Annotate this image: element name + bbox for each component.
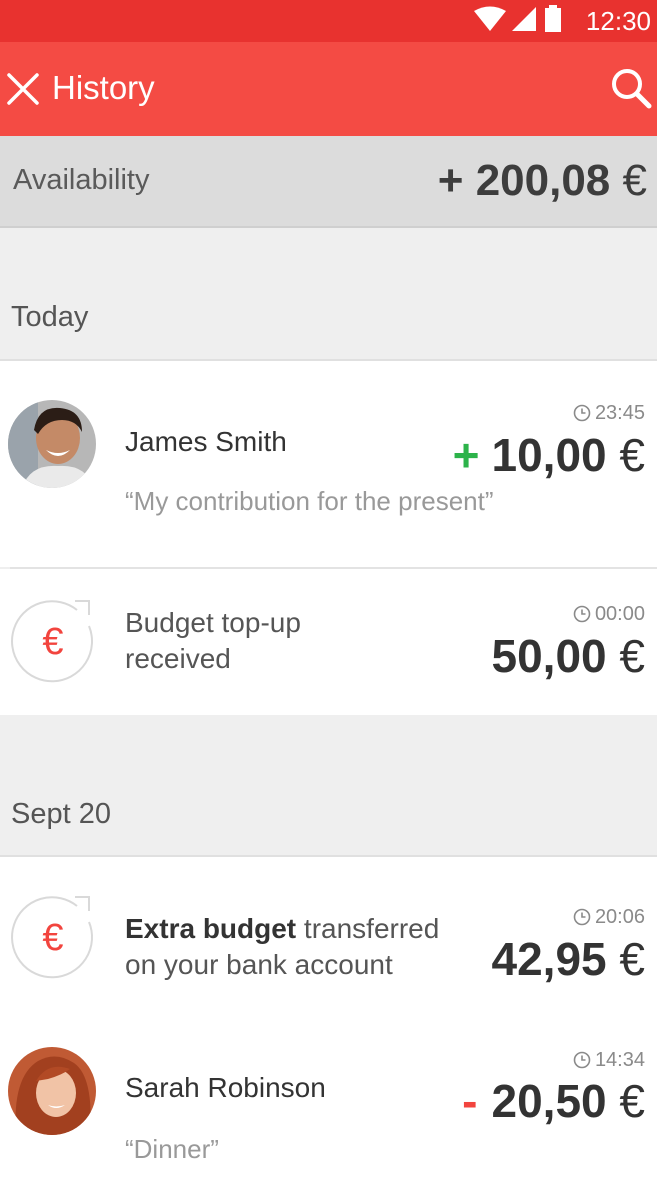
transaction-row[interactable]: Sarah Robinson “Dinner” 14:34 -20,50 € — [0, 1027, 657, 1200]
status-bar: 12:30 — [0, 0, 657, 42]
wifi-icon — [474, 6, 506, 31]
section-header-sept-20: Sept 20 — [0, 717, 657, 857]
transaction-note: “My contribution for the present” — [125, 486, 494, 516]
page-title: History — [52, 69, 155, 106]
clock-icon — [573, 404, 591, 422]
availability-bar: Availability + 200,08 € — [0, 136, 657, 228]
time-value: 20:06 — [594, 906, 645, 928]
amount-value: 10,00 — [491, 429, 607, 481]
clock-icon — [573, 1051, 591, 1069]
amount-sign: + — [452, 429, 480, 481]
transaction-amount: 50,00 € — [492, 629, 646, 683]
section-header-today: Today — [0, 228, 657, 361]
description-rest: transferred — [303, 913, 440, 944]
description-line1: Extra budget transferred — [125, 911, 439, 947]
availability-sign: + — [437, 156, 464, 205]
amount-value: 20,50 — [491, 1075, 607, 1127]
transaction-row[interactable]: James Smith “My contribution for the pre… — [0, 361, 657, 567]
transaction-time: 20:06 — [573, 906, 645, 929]
transaction-description: Budget top-up received — [125, 605, 301, 677]
contact-name: Sarah Robinson — [125, 1072, 326, 1103]
availability-label: Availability — [13, 164, 150, 196]
signal-icon — [512, 7, 536, 31]
description-line2: on your bank account — [125, 949, 393, 980]
availability-amount: + 200,08 € — [438, 156, 647, 206]
transaction-amount: +10,00 € — [453, 428, 645, 482]
avatar — [8, 1047, 96, 1135]
transaction-amount: -20,50 € — [462, 1074, 645, 1128]
description-line2: received — [125, 643, 231, 674]
description-bold: Extra budget — [125, 913, 297, 944]
availability-value: 200,08 — [475, 156, 611, 205]
transaction-time: 14:34 — [573, 1049, 645, 1072]
transaction-row[interactable]: € Extra budget transferred on your bank … — [0, 857, 657, 1027]
amount-currency: € — [619, 429, 645, 481]
time-value: 14:34 — [594, 1049, 645, 1071]
svg-text:€: € — [42, 621, 63, 663]
availability-currency: € — [622, 156, 647, 205]
svg-text:€: € — [42, 917, 63, 959]
euro-refresh-icon: € — [11, 600, 94, 683]
amount-sign: - — [462, 1075, 478, 1127]
avatar — [8, 400, 96, 488]
transaction-description: Extra budget transferred on your bank ac… — [125, 911, 439, 983]
transaction-time: 00:00 — [573, 603, 645, 626]
transaction-amount: 42,95 € — [492, 932, 646, 986]
contact-name: James Smith — [125, 426, 287, 457]
transaction-time: 23:45 — [573, 402, 645, 425]
search-icon[interactable] — [609, 66, 653, 110]
clock-icon — [573, 908, 591, 926]
close-icon[interactable] — [6, 72, 40, 106]
section-label: Sept 20 — [11, 798, 111, 830]
time-value: 23:45 — [594, 402, 645, 424]
description-line1: Budget top-up — [125, 607, 301, 638]
status-time: 12:30 — [585, 6, 651, 36]
amount-currency: € — [619, 1075, 645, 1127]
amount-currency: € — [619, 933, 645, 985]
amount-value: 42,95 — [491, 933, 607, 985]
time-value: 00:00 — [594, 603, 645, 625]
transaction-row[interactable]: € Budget top-up received 00:00 50,00 € — [0, 569, 657, 715]
clock-icon — [573, 605, 591, 623]
section-label: Today — [11, 301, 89, 333]
app-bar: History — [0, 42, 657, 136]
status-icons — [472, 5, 562, 42]
battery-icon — [545, 5, 561, 32]
amount-currency: € — [619, 630, 645, 682]
amount-value: 50,00 — [491, 630, 607, 682]
transaction-note: “Dinner” — [125, 1134, 219, 1164]
euro-refresh-icon: € — [11, 896, 94, 979]
